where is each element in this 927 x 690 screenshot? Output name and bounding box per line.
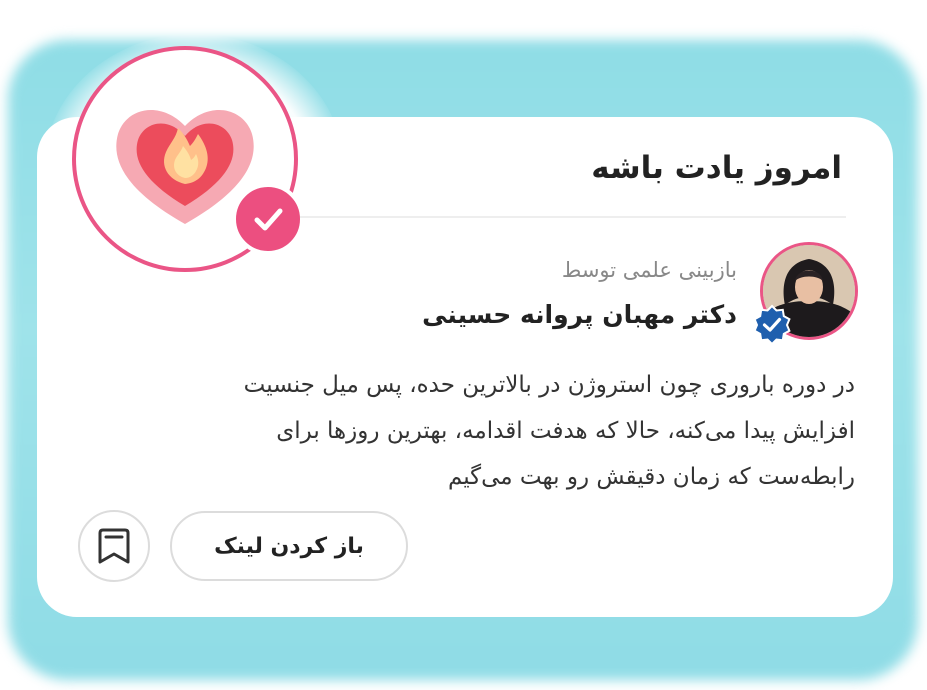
card-title: امروز یادت باشه <box>591 150 842 186</box>
body-line: در دوره باروری چون استروژن در بالاترین ح… <box>243 372 855 398</box>
check-icon <box>254 208 283 231</box>
author-name: دکتر مهبان پروانه حسینی <box>422 300 737 329</box>
body-line: افزایش پیدا می‌کنه، حالا که هدفت اقدامه،… <box>276 418 855 444</box>
card-body: در دوره باروری چون استروژن در بالاترین ح… <box>115 362 855 500</box>
reviewed-by-label: بازبینی علمی توسط <box>561 258 737 282</box>
verified-icon <box>753 304 791 344</box>
bookmark-button[interactable] <box>78 510 150 582</box>
body-line: رابطه‌ست که زمان دقیقش رو بهت می‌گیم <box>447 464 855 490</box>
bookmark-icon <box>98 528 130 564</box>
open-link-button[interactable]: باز کردن لینک <box>170 511 408 581</box>
title-divider <box>300 216 846 218</box>
badge-check <box>232 183 304 255</box>
